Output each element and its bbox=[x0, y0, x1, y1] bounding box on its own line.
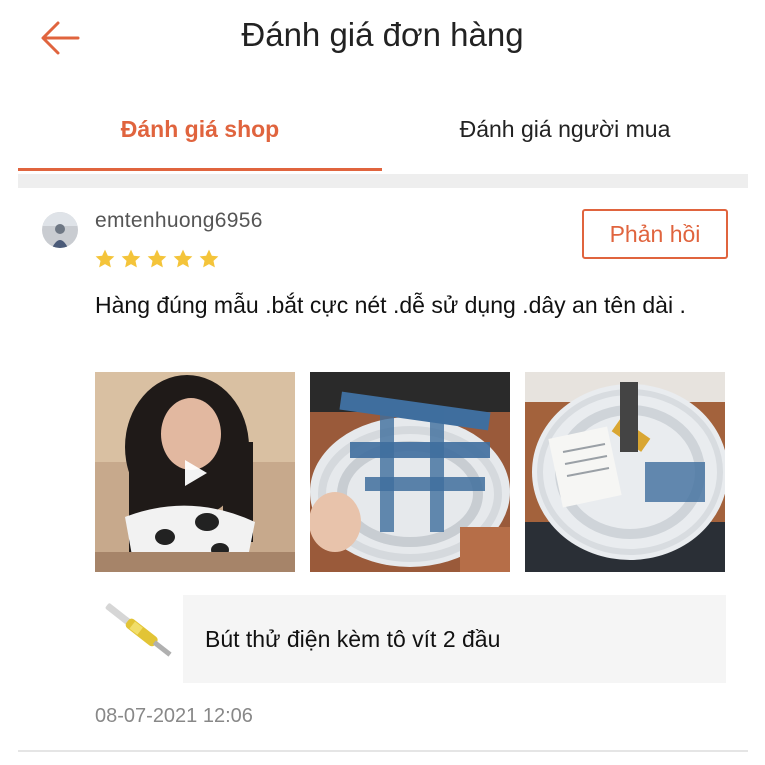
review-text: Hàng đúng mẫu .bắt cực nét .dễ sử dụng .… bbox=[95, 292, 686, 318]
avatar[interactable] bbox=[42, 212, 78, 248]
tab-bar: Đánh giá shop Đánh giá người mua bbox=[18, 96, 748, 174]
star-icon bbox=[121, 249, 141, 268]
header: Đánh giá đơn hàng bbox=[0, 0, 765, 80]
active-tab-indicator bbox=[18, 168, 382, 171]
rating-stars bbox=[94, 248, 220, 274]
review-photo-2[interactable] bbox=[525, 372, 725, 572]
star-icon bbox=[173, 249, 193, 268]
review-timestamp: 08-07-2021 12:06 bbox=[95, 705, 253, 727]
product-card[interactable]: Bút thử điện kèm tô vít 2 đầu bbox=[183, 595, 726, 683]
tab-buyer-review[interactable]: Đánh giá người mua bbox=[382, 96, 748, 168]
review-video-thumbnail[interactable] bbox=[95, 372, 295, 572]
product-name: Bút thử điện kèm tô vít 2 đầu bbox=[205, 626, 501, 652]
reply-button[interactable]: Phản hồi bbox=[582, 209, 728, 259]
star-icon bbox=[199, 249, 219, 268]
product-thumbnail bbox=[100, 600, 178, 662]
reviewer-username: emtenhuong6956 bbox=[95, 209, 263, 232]
play-icon bbox=[185, 460, 207, 486]
section-divider bbox=[18, 174, 748, 188]
review-photo-1[interactable] bbox=[310, 372, 510, 572]
tab-shop-review[interactable]: Đánh giá shop bbox=[18, 96, 382, 168]
star-icon bbox=[147, 249, 167, 268]
page-title: Đánh giá đơn hàng bbox=[241, 16, 524, 53]
divider bbox=[18, 750, 748, 752]
star-icon bbox=[95, 249, 115, 268]
